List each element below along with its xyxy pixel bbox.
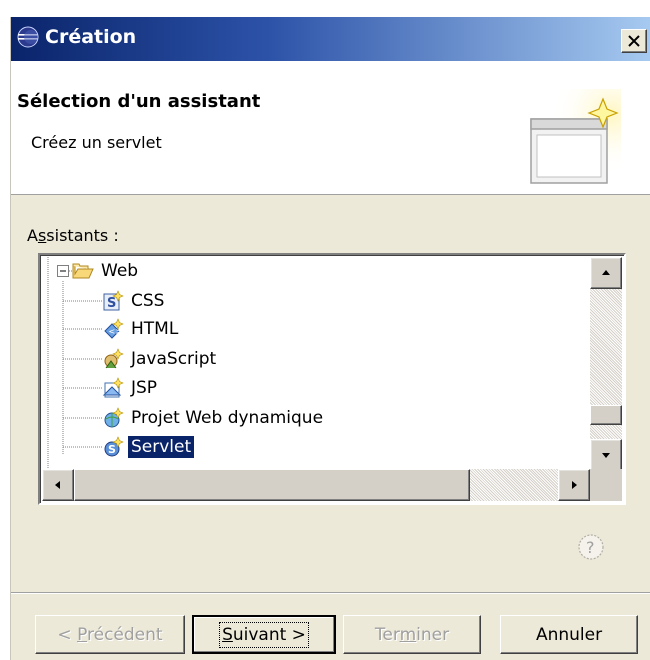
cancel-button-label: Annuler (535, 624, 603, 645)
horizontal-scroll-thumb[interactable] (74, 469, 470, 501)
horizontal-scrollbar[interactable] (42, 469, 590, 501)
arrow-left-icon (55, 481, 60, 489)
help-icon[interactable]: ? (577, 533, 605, 561)
page-description: Créez un servlet (31, 133, 162, 152)
tree-item-css[interactable]: S CSS (102, 287, 167, 315)
tree-item-label: JSP (131, 378, 158, 398)
wizard-tree[interactable]: Web S CSS <> HTML JavaScript JSP Projet … (38, 253, 626, 505)
tree-item-web-project[interactable]: Projet Web dynamique (102, 404, 326, 432)
arrow-up-icon (602, 270, 610, 275)
close-icon (628, 35, 640, 47)
back-button-label: < Précédent (57, 624, 163, 645)
scroll-left-button[interactable] (42, 469, 74, 501)
tree-item-label: HTML (131, 319, 179, 339)
tree-item-javascript[interactable]: JavaScript (102, 345, 219, 373)
scroll-up-button[interactable] (590, 257, 622, 289)
tree-item-servlet[interactable]: S Servlet (102, 433, 196, 461)
tree-item-label: Servlet (126, 435, 196, 459)
svg-text:<>: <> (109, 327, 122, 336)
collapse-toggle-icon[interactable] (57, 265, 69, 277)
svg-text:S: S (107, 296, 116, 311)
html-wizard-icon: <> (104, 318, 124, 339)
arrow-down-icon (602, 453, 610, 458)
tree-node-web[interactable]: Web (72, 257, 141, 285)
finish-button-label: Terminer (374, 624, 450, 645)
web-project-wizard-icon (104, 407, 124, 428)
assistants-label: Assistants : (27, 226, 119, 245)
servlet-wizard-icon: S (104, 436, 124, 457)
tree-item-label: JavaScript (131, 349, 217, 369)
window-title: Création (45, 26, 137, 48)
tree-item-label: Projet Web dynamique (131, 408, 324, 428)
folder-open-icon (72, 263, 94, 279)
finish-button[interactable]: Terminer (343, 615, 481, 654)
svg-text:?: ? (586, 538, 595, 557)
new-wizard-banner-icon (530, 89, 621, 184)
javascript-wizard-icon (104, 348, 124, 369)
close-button[interactable] (621, 29, 647, 53)
page-title: Sélection d'un assistant (17, 91, 261, 112)
scroll-down-button[interactable] (590, 439, 622, 471)
next-button-label: Suivant > (219, 621, 309, 648)
cancel-button[interactable]: Annuler (500, 615, 638, 654)
scrollbar-corner (590, 469, 622, 501)
svg-text:S: S (108, 443, 116, 456)
tree-item-jsp[interactable]: JSP (102, 374, 160, 402)
wizard-body: Assistants : Web S CSS <> HTML JavaScrip… (11, 196, 650, 660)
tree-item-label: CSS (131, 291, 165, 311)
wizard-header: Sélection d'un assistant Créez un servle… (11, 61, 650, 195)
vertical-scrollbar[interactable] (590, 257, 622, 471)
tree-node-label: Web (101, 261, 139, 281)
eclipse-icon (17, 26, 39, 48)
css-wizard-icon: S (103, 290, 124, 311)
wizard-dialog: Création Sélection d'un assistant Créez … (10, 17, 650, 660)
arrow-right-icon (572, 481, 577, 489)
tree-item-html[interactable]: <> HTML (102, 315, 181, 343)
next-button[interactable]: Suivant > (192, 615, 336, 654)
back-button[interactable]: < Précédent (35, 615, 185, 654)
title-bar[interactable]: Création (11, 17, 650, 61)
scroll-right-button[interactable] (558, 469, 590, 501)
tree-viewport: Web S CSS <> HTML JavaScript JSP Projet … (42, 257, 588, 471)
button-bar-separator (11, 592, 650, 594)
jsp-wizard-icon (102, 377, 124, 398)
vertical-scroll-thumb[interactable] (590, 405, 622, 425)
